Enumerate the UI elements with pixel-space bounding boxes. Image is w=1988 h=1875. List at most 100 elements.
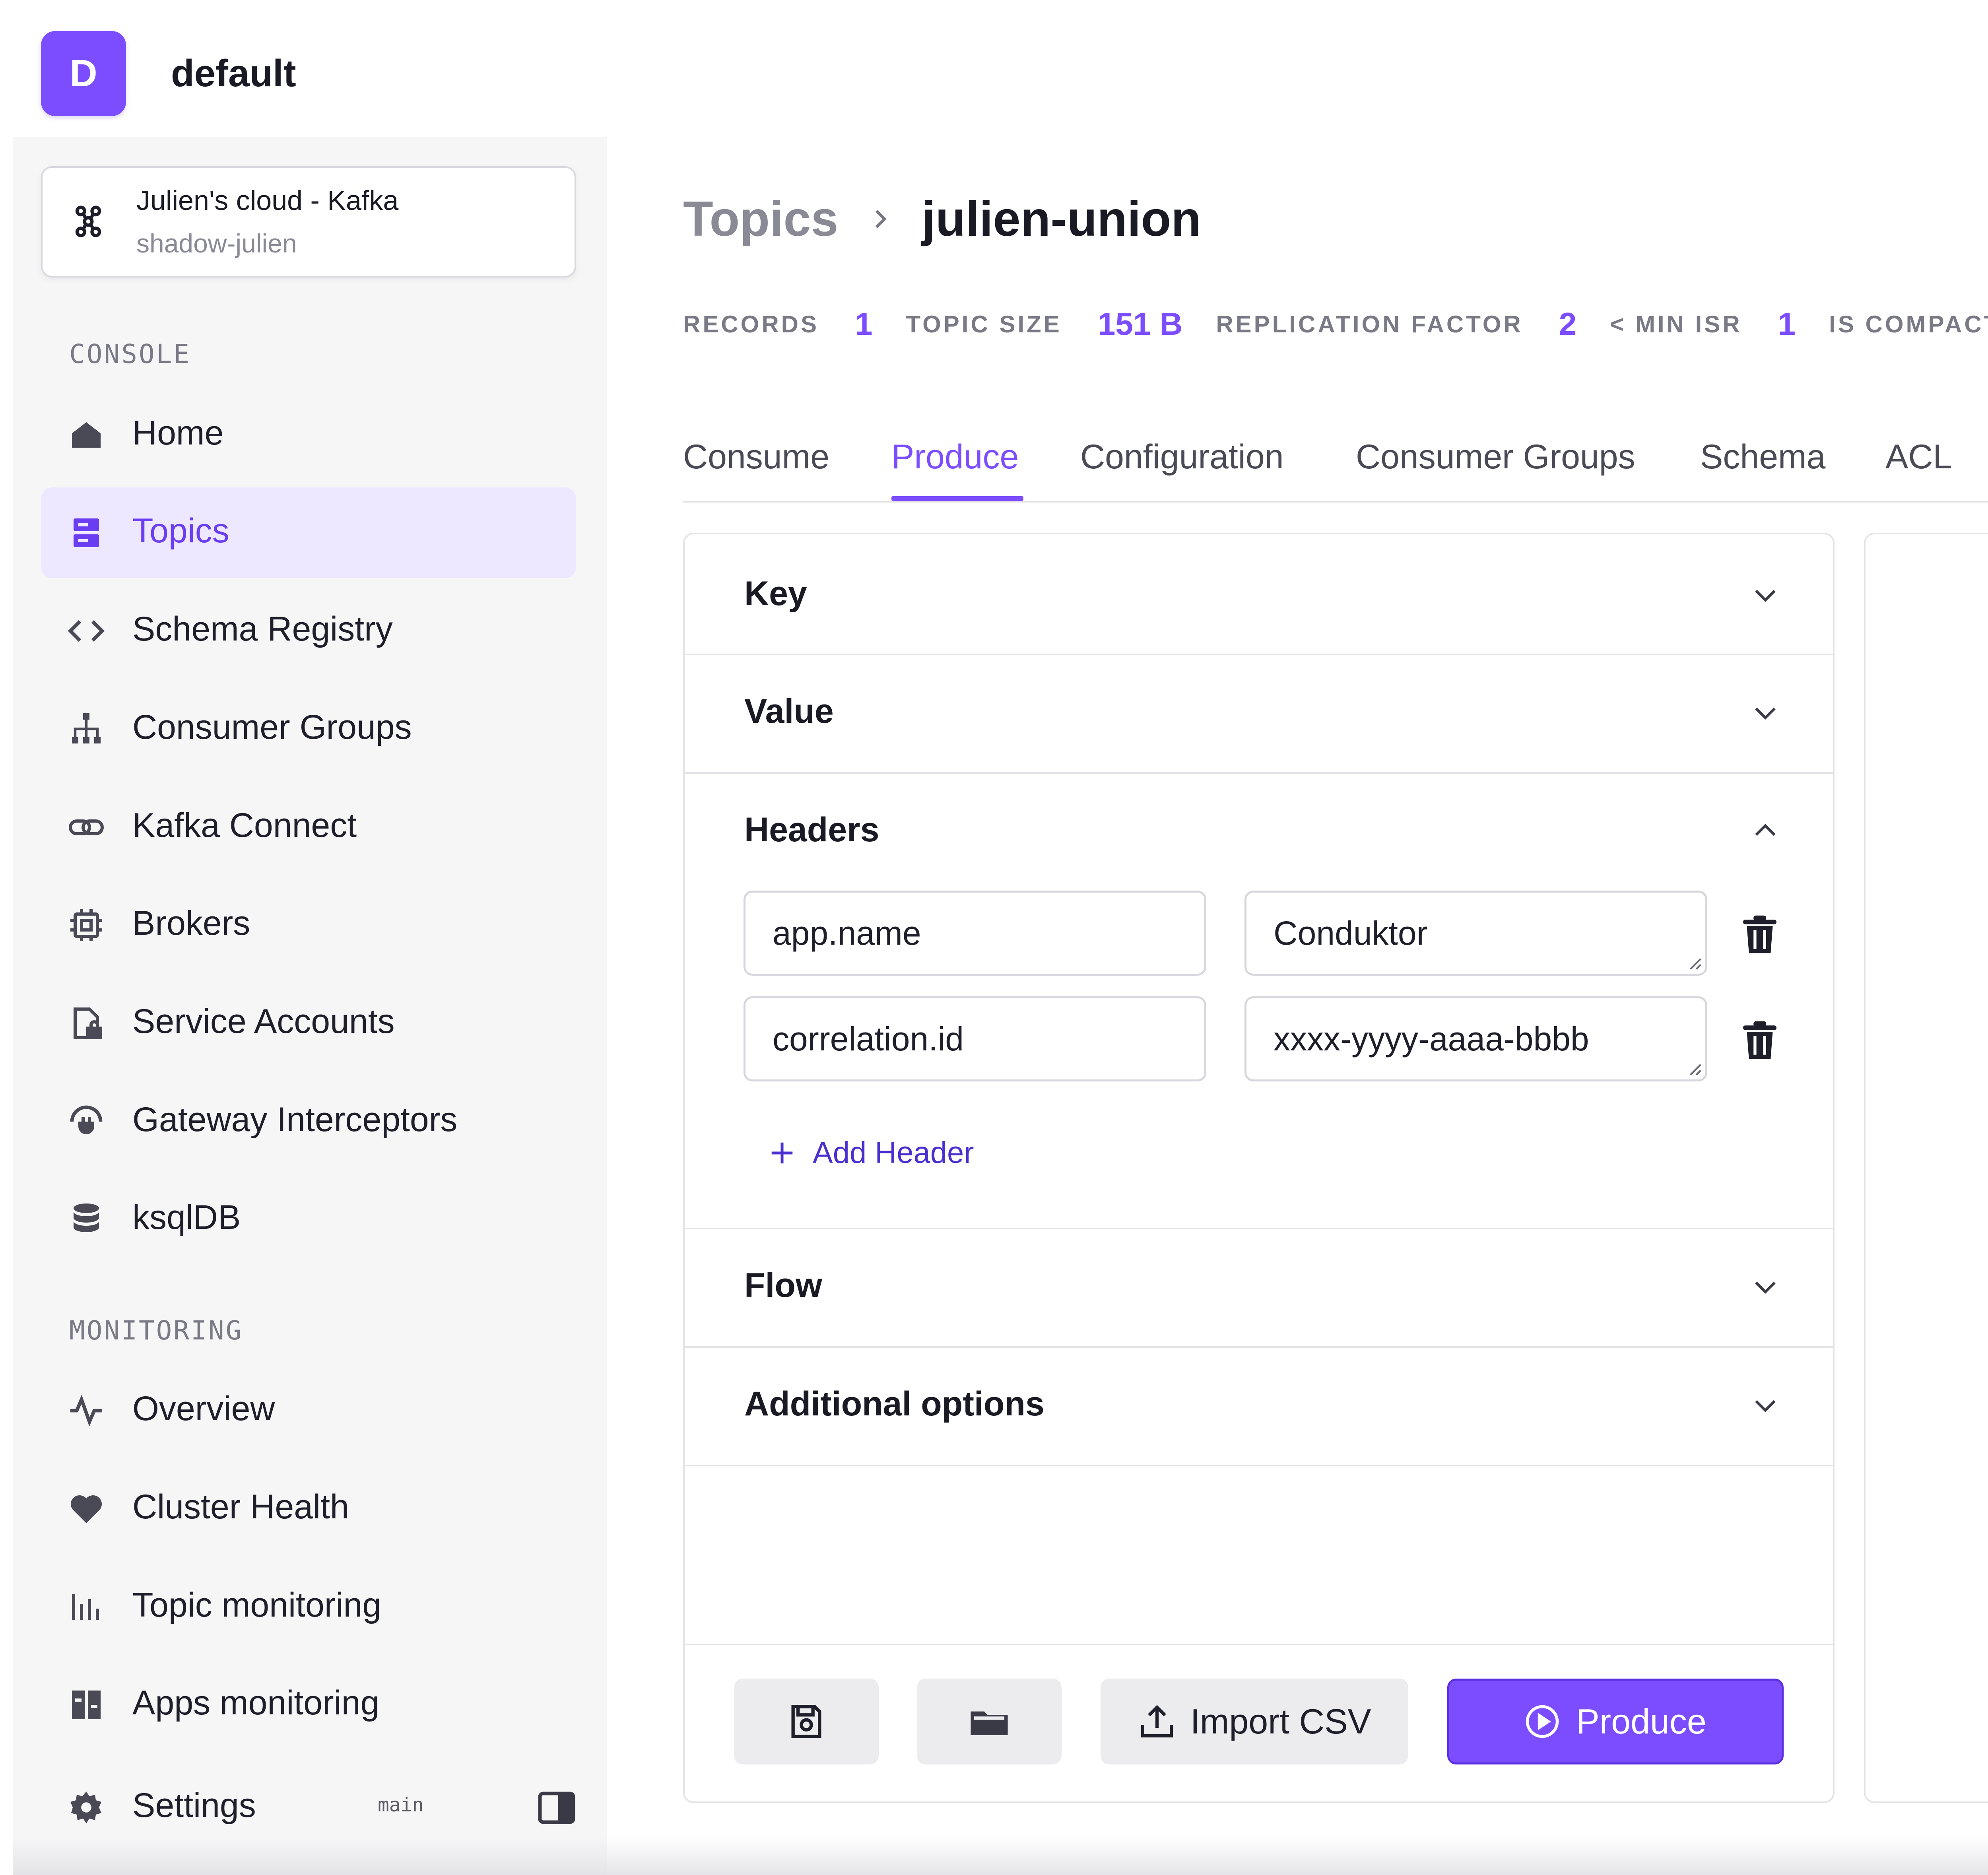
add-header-button[interactable]: Add Header	[768, 1135, 974, 1170]
bar-chart-icon	[72, 1594, 99, 1620]
sidebar-item-apps-monitoring[interactable]: Apps monitoring	[41, 1660, 576, 1750]
sidebar-item-cluster-health[interactable]: Cluster Health	[41, 1464, 576, 1554]
tab-acl[interactable]: ACL	[1885, 437, 1952, 477]
flow-section[interactable]: Flow	[685, 1229, 1833, 1348]
header-value-input[interactable]: xxxx-yyyy-aaaa-bbbb	[1244, 996, 1707, 1081]
section-title: Value	[744, 692, 834, 730]
open-button[interactable]	[917, 1679, 1062, 1764]
section-title: Key	[744, 575, 807, 613]
workspace-avatar[interactable]: D	[41, 31, 126, 116]
activity-icon	[70, 1394, 102, 1427]
chevron-down-icon[interactable]	[1749, 1271, 1781, 1302]
sidebar-item-ksqldb[interactable]: ksqlDB	[41, 1174, 576, 1265]
chevron-down-icon[interactable]	[1749, 1389, 1781, 1421]
import-csv-button[interactable]: Import CSV	[1101, 1679, 1408, 1764]
value-section[interactable]: Value	[685, 655, 1833, 774]
key-section[interactable]: Key	[685, 534, 1833, 655]
topic-tabs: Consume Produce Configuration Consumer G…	[683, 429, 1988, 503]
console-section-label: CONSOLE	[69, 339, 191, 369]
sidebar-item-label: Cluster Health	[132, 1488, 349, 1526]
header-key-input[interactable]: correlation.id	[744, 996, 1206, 1081]
save-button[interactable]	[734, 1679, 879, 1764]
folder-icon	[971, 1711, 1008, 1735]
delete-header-icon[interactable]	[1743, 1021, 1776, 1059]
database-icon	[74, 1203, 99, 1232]
sidebar-item-gateway-interceptors[interactable]: Gateway Interceptors	[41, 1076, 576, 1167]
section-title: Additional options	[744, 1385, 1044, 1423]
sidebar-item-brokers[interactable]: Brokers	[41, 880, 576, 970]
file-lock-icon	[74, 1007, 102, 1039]
sidebar-item-label: Topic monitoring	[132, 1586, 382, 1624]
tab-configuration[interactable]: Configuration	[1080, 437, 1284, 477]
sidebar-item-topic-monitoring[interactable]: Topic monitoring	[41, 1562, 576, 1652]
monitoring-section-label: MONITORING	[69, 1315, 243, 1346]
page-title: julien-union	[922, 192, 1201, 247]
sidebar-item-label: Overview	[132, 1390, 275, 1428]
sidebar-item-kafka-connect[interactable]: Kafka Connect	[41, 782, 576, 873]
stat-label: < MIN ISR	[1610, 311, 1742, 338]
sidebar-item-label: Service Accounts	[132, 1002, 395, 1040]
chip-icon	[70, 909, 102, 941]
topics-icon	[74, 518, 99, 547]
delete-header-icon[interactable]	[1743, 915, 1776, 953]
cluster-selector[interactable]: Julien's cloud - Kafka shadow-julien	[41, 166, 576, 278]
produce-button[interactable]: Produce	[1447, 1679, 1784, 1764]
play-circle-icon	[1526, 1705, 1559, 1738]
home-icon	[72, 422, 101, 448]
import-csv-label: Import CSV	[1190, 1702, 1371, 1741]
sidebar-item-topics[interactable]: Topics	[41, 487, 576, 578]
add-header-label: Add Header	[813, 1136, 974, 1170]
gear-icon	[70, 1792, 101, 1823]
chevron-down-icon[interactable]	[1749, 579, 1781, 611]
cluster-name: Julien's cloud - Kafka	[136, 185, 399, 216]
section-title: Flow	[744, 1266, 822, 1304]
breadcrumb-topics-link[interactable]: Topics	[683, 191, 838, 247]
tab-consumer-groups[interactable]: Consumer Groups	[1356, 437, 1635, 477]
stat-label: IS COMPACT	[1829, 311, 1988, 338]
tab-schema[interactable]: Schema	[1700, 437, 1826, 477]
sidebar-item-home[interactable]: Home	[41, 390, 576, 480]
additional-options-section[interactable]: Additional options	[685, 1348, 1833, 1466]
stat-value: 151 B	[1097, 306, 1183, 342]
kafka-icon	[75, 206, 101, 237]
heart-icon	[70, 1495, 102, 1523]
sidebar-item-overview[interactable]: Overview	[41, 1365, 576, 1456]
plus-icon	[771, 1142, 793, 1163]
sidebar-item-label: Schema Registry	[132, 610, 393, 648]
tab-consume[interactable]: Consume	[683, 437, 829, 477]
sidebar-item-label: Kafka Connect	[132, 806, 357, 844]
sidebar-item-label: Settings	[132, 1786, 256, 1825]
sidebar-item-service-accounts[interactable]: Service Accounts	[41, 978, 576, 1069]
stat-label: REPLICATION FACTOR	[1216, 311, 1523, 338]
sidebar-item-consumer-groups[interactable]: Consumer Groups	[41, 684, 576, 774]
resize-handle-icon[interactable]	[1685, 1059, 1702, 1076]
sidebar-item-label: Home	[132, 414, 224, 452]
stat-label: TOPIC SIZE	[906, 311, 1062, 338]
sidebar-toggle-icon[interactable]	[538, 1791, 576, 1825]
hierarchy-icon	[72, 713, 101, 743]
form-spacer	[685, 1466, 1833, 1645]
resize-handle-icon[interactable]	[1685, 953, 1702, 970]
header-key-input[interactable]: app.name	[744, 891, 1206, 976]
sidebar-item-schema-registry[interactable]: Schema Registry	[41, 586, 576, 676]
branch-label: main	[378, 1794, 424, 1816]
stat-label: RECORDS	[683, 311, 819, 338]
sidebar-item-label: ksqlDB	[132, 1198, 241, 1236]
code-icon	[68, 620, 105, 642]
tab-produce[interactable]: Produce	[891, 437, 1019, 477]
sidebar-item-label: Brokers	[132, 904, 250, 942]
chevron-up-icon[interactable]	[1749, 815, 1781, 847]
section-title: Headers	[744, 811, 879, 849]
cluster-subtitle: shadow-julien	[136, 229, 297, 258]
chevron-down-icon[interactable]	[1749, 697, 1781, 728]
produce-label: Produce	[1576, 1702, 1706, 1741]
header-value-input[interactable]: Conduktor	[1244, 891, 1707, 976]
stat-value: 2	[1559, 306, 1577, 342]
header-value-text: Conduktor	[1274, 914, 1428, 952]
sidebar-item-label: Gateway Interceptors	[132, 1101, 458, 1139]
topic-stats: RECORDS 1 TOPIC SIZE 151 B REPLICATION F…	[683, 302, 1988, 346]
workspace-name[interactable]: default	[171, 52, 296, 95]
stat-value: 1	[855, 306, 873, 342]
header-value-text: xxxx-yyyy-aaaa-bbbb	[1274, 1020, 1589, 1058]
link-icon	[69, 819, 104, 835]
